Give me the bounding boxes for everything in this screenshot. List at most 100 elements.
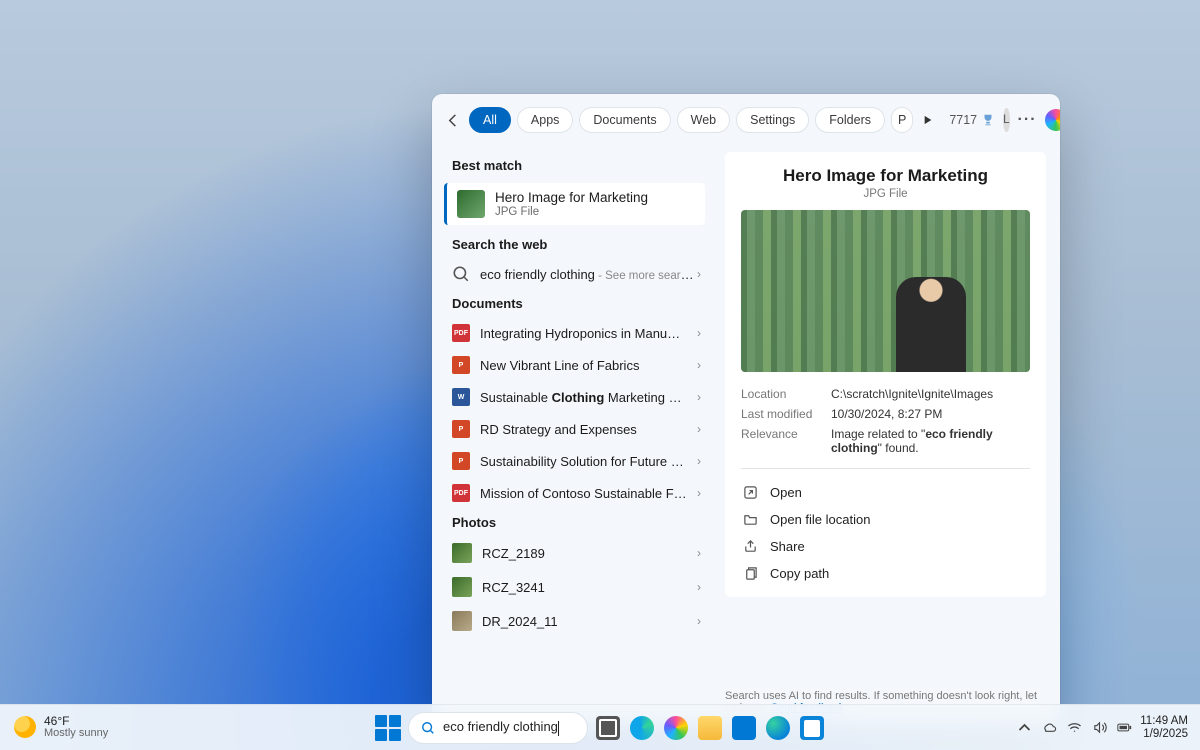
photo-label: DR_2024_11 xyxy=(482,614,699,629)
document-result[interactable]: WSustainable Clothing Marketing …› xyxy=(440,381,711,413)
scroll-tabs-right[interactable] xyxy=(923,108,933,132)
divider xyxy=(741,468,1030,469)
task-view-button[interactable] xyxy=(594,714,622,742)
copilot-icon xyxy=(664,716,688,740)
task-view-icon xyxy=(596,716,620,740)
document-result[interactable]: PDF Integrating Hydroponics in Manu…› xyxy=(440,317,711,349)
photo-result[interactable]: RCZ_3241› xyxy=(440,570,711,604)
volume-icon xyxy=(1092,720,1107,735)
photo-label: RCZ_3241 xyxy=(482,580,699,595)
battery-icon xyxy=(1117,720,1132,735)
pdf-file-icon: PDF xyxy=(452,484,470,502)
onedrive-icon xyxy=(1042,720,1057,735)
best-match-result[interactable]: Hero Image for Marketing JPG File xyxy=(444,183,705,225)
user-avatar[interactable]: L xyxy=(1003,108,1009,132)
ppt-file-icon: P xyxy=(452,420,470,438)
photo-thumbnail xyxy=(452,611,472,631)
action-share[interactable]: Share xyxy=(741,533,1030,560)
search-header: All Apps Documents Web Settings Folders … xyxy=(432,94,1060,146)
weather-widget[interactable]: 46°F Mostly sunny xyxy=(0,715,108,739)
taskbar-center: eco friendly clothing xyxy=(374,712,826,744)
edge-icon xyxy=(630,716,654,740)
preview-subtitle: JPG File xyxy=(741,188,1030,200)
play-icon xyxy=(923,115,933,125)
tab-web[interactable]: Web xyxy=(677,107,730,133)
document-label: Sustainability Solution for Future … xyxy=(480,454,699,469)
windows-logo-icon xyxy=(375,715,401,741)
search-window: All Apps Documents Web Settings Folders … xyxy=(432,94,1060,724)
meta-location: Location C:\scratch\Ignite\Ignite\Images xyxy=(741,384,1030,404)
document-label: Mission of Contoso Sustainable F… xyxy=(480,486,699,501)
copilot-app[interactable] xyxy=(662,714,690,742)
search-web-heading: Search the web xyxy=(440,231,711,258)
trophy-icon xyxy=(981,113,995,127)
preview-image xyxy=(741,210,1030,372)
back-button[interactable] xyxy=(446,107,461,133)
edge-app[interactable] xyxy=(628,714,656,742)
photo-thumbnail xyxy=(452,543,472,563)
rewards-points[interactable]: 7717 xyxy=(949,113,995,127)
tab-documents[interactable]: Documents xyxy=(579,107,670,133)
ppt-file-icon: P xyxy=(452,356,470,374)
taskbar-right: 11:49 AM 1/9/2025 xyxy=(1017,715,1200,740)
copilot-icon xyxy=(1045,109,1060,131)
weather-desc: Mostly sunny xyxy=(44,728,108,740)
pdf-file-icon: PDF xyxy=(452,324,470,342)
document-label: RD Strategy and Expenses xyxy=(480,422,699,437)
clock-time: 11:49 AM xyxy=(1140,715,1188,728)
action-open[interactable]: Open xyxy=(741,479,1030,506)
photo-label: RCZ_2189 xyxy=(482,546,699,561)
meta-relevance: Relevance Image related to "eco friendly… xyxy=(741,424,1030,458)
action-copy-path[interactable]: Copy path xyxy=(741,560,1030,587)
more-options-button[interactable]: ··· xyxy=(1018,111,1037,129)
search-input-text: eco friendly clothing xyxy=(443,719,575,735)
folder-icon xyxy=(743,512,758,527)
chevron-right-icon: › xyxy=(697,326,701,340)
browser-app[interactable] xyxy=(764,714,792,742)
copy-icon xyxy=(743,566,758,581)
web-search-result[interactable]: eco friendly clothing - See more search … xyxy=(440,258,711,290)
document-result[interactable]: P RD Strategy and Expenses› xyxy=(440,413,711,445)
browser-icon xyxy=(766,716,790,740)
documents-heading: Documents xyxy=(440,290,711,317)
points-value: 7717 xyxy=(949,113,977,127)
start-button[interactable] xyxy=(374,714,402,742)
system-tray[interactable] xyxy=(1017,720,1132,735)
action-open-location[interactable]: Open file location xyxy=(741,506,1030,533)
web-search-text: eco friendly clothing - See more search … xyxy=(480,267,699,282)
document-result[interactable]: PDFMission of Contoso Sustainable F…› xyxy=(440,477,711,509)
open-icon xyxy=(743,485,758,500)
outlook-icon xyxy=(732,716,756,740)
tab-folders[interactable]: Folders xyxy=(815,107,885,133)
document-label: Integrating Hydroponics in Manu… xyxy=(480,326,699,341)
store-app[interactable] xyxy=(798,714,826,742)
store-icon xyxy=(800,716,824,740)
chevron-right-icon: › xyxy=(697,546,701,560)
tab-apps[interactable]: Apps xyxy=(517,107,574,133)
search-icon xyxy=(452,265,470,283)
tab-all[interactable]: All xyxy=(469,107,511,133)
best-match-heading: Best match xyxy=(440,152,711,179)
chevron-right-icon: › xyxy=(697,267,701,281)
best-match-title: Hero Image for Marketing xyxy=(495,190,648,206)
copilot-button[interactable] xyxy=(1045,107,1060,133)
photo-result[interactable]: RCZ_2189› xyxy=(440,536,711,570)
outlook-app[interactable] xyxy=(730,714,758,742)
taskbar-search-box[interactable]: eco friendly clothing xyxy=(408,712,588,744)
results-pane: Best match Hero Image for Marketing JPG … xyxy=(432,146,711,724)
photo-result[interactable]: DR_2024_11› xyxy=(440,604,711,638)
tab-more-truncated[interactable]: P xyxy=(891,107,913,133)
share-icon xyxy=(743,539,758,554)
document-result[interactable]: P Sustainability Solution for Future …› xyxy=(440,445,711,477)
photo-thumbnail xyxy=(452,577,472,597)
explorer-app[interactable] xyxy=(696,714,724,742)
ppt-file-icon: P xyxy=(452,452,470,470)
document-result[interactable]: PNew Vibrant Line of Fabrics› xyxy=(440,349,711,381)
chevron-right-icon: › xyxy=(697,614,701,628)
clock[interactable]: 11:49 AM 1/9/2025 xyxy=(1140,715,1188,740)
photos-heading: Photos xyxy=(440,509,711,536)
tab-settings[interactable]: Settings xyxy=(736,107,809,133)
relevance-text: Image related to "eco friendly clothing"… xyxy=(831,427,1030,455)
chevron-right-icon: › xyxy=(697,422,701,436)
chevron-right-icon: › xyxy=(697,454,701,468)
